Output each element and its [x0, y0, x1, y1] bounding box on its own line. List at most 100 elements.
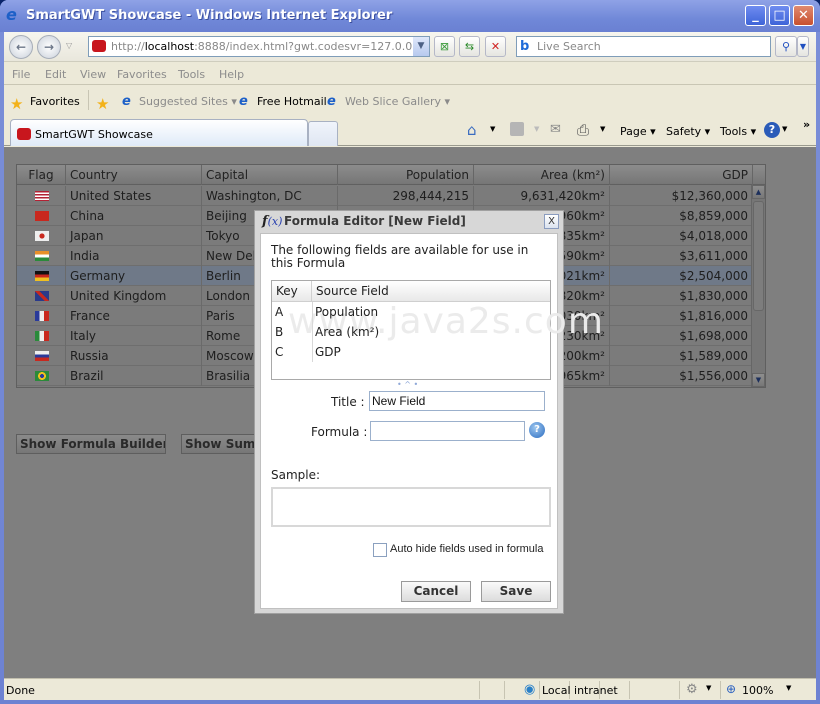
- show-formula-builder-button[interactable]: Show Formula Builder: [16, 434, 166, 454]
- new-tab-button[interactable]: [308, 121, 338, 146]
- address-dropdown-icon[interactable]: ▼: [413, 37, 429, 56]
- cell-country: France: [66, 306, 202, 326]
- ie-page-icon: e: [327, 94, 336, 109]
- scroll-down-icon[interactable]: ▼: [752, 373, 765, 387]
- cell-gdp: $1,556,000: [610, 366, 753, 386]
- title-input[interactable]: [369, 391, 545, 411]
- close-window-button[interactable]: ✕: [793, 5, 814, 26]
- show-summary-builder-button[interactable]: Show Summary Builder: [181, 434, 257, 454]
- field-source-name: GDP: [315, 345, 341, 359]
- field-list-item[interactable]: C GDP: [272, 342, 550, 362]
- scroll-thumb[interactable]: [753, 201, 764, 311]
- title-bar: e SmartGWT Showcase - Windows Internet E…: [0, 0, 820, 32]
- cell-country: Russia: [66, 346, 202, 366]
- flag-cell: [17, 206, 66, 226]
- print-icon[interactable]: ⎙: [577, 121, 589, 139]
- column-header-area[interactable]: Area (km²): [474, 165, 610, 185]
- menu-help[interactable]: Help: [219, 68, 244, 81]
- search-placeholder: Live Search: [537, 40, 601, 53]
- refresh-icon[interactable]: ⇆: [459, 36, 480, 57]
- column-header-flag[interactable]: Flag: [17, 165, 66, 185]
- column-header-source-field[interactable]: Source Field: [312, 281, 389, 302]
- column-header-capital[interactable]: Capital: [202, 165, 338, 185]
- zoom-dropdown-icon[interactable]: ▼: [786, 684, 791, 692]
- page-favicon-icon: [17, 128, 31, 140]
- protected-mode-dropdown-icon[interactable]: ▼: [706, 684, 711, 692]
- compatibility-view-icon[interactable]: ⊠: [434, 36, 455, 57]
- search-input[interactable]: b Live Search: [516, 36, 771, 57]
- list-resize-handle[interactable]: • ^ •: [397, 380, 418, 389]
- home-icon[interactable]: ⌂: [467, 121, 477, 139]
- flag-cell: [17, 366, 66, 386]
- menu-edit[interactable]: Edit: [45, 68, 66, 81]
- ie-icon: e: [122, 94, 131, 109]
- page-menu[interactable]: Page ▾: [620, 125, 656, 138]
- safety-menu[interactable]: Safety ▾: [666, 125, 710, 138]
- menu-view[interactable]: View: [80, 68, 106, 81]
- cell-country: United Kingdom: [66, 286, 202, 306]
- favorites-button[interactable]: Favorites: [30, 95, 80, 108]
- web-slice-gallery-link[interactable]: Web Slice Gallery ▾: [345, 95, 450, 108]
- read-mail-icon[interactable]: ✉: [550, 122, 561, 137]
- auto-hide-checkbox[interactable]: [373, 543, 387, 557]
- scroll-up-icon[interactable]: ▲: [752, 185, 765, 199]
- cell-gdp: $1,589,000: [610, 346, 753, 366]
- flag-ru-icon: [35, 351, 49, 361]
- cell-gdp: $1,698,000: [610, 326, 753, 346]
- cell-gdp: $3,611,000: [610, 246, 753, 266]
- forward-button[interactable]: →: [37, 35, 61, 59]
- bing-logo-icon: b: [520, 39, 530, 54]
- recent-pages-dropdown-icon[interactable]: ▽: [66, 41, 72, 50]
- back-button[interactable]: ←: [9, 35, 33, 59]
- field-list-item[interactable]: B Area (km²): [272, 322, 550, 342]
- formula-label: Formula :: [311, 425, 368, 439]
- cancel-button[interactable]: Cancel: [401, 581, 471, 602]
- formula-input[interactable]: [370, 421, 525, 441]
- flag-cn-icon: [35, 211, 49, 221]
- menu-file[interactable]: File: [12, 68, 30, 81]
- dialog-close-button[interactable]: X: [544, 214, 559, 229]
- formula-editor-dialog: f(x) Formula Editor [New Field] X The fo…: [254, 210, 603, 614]
- zoom-level[interactable]: 100%: [742, 684, 773, 697]
- maximize-button[interactable]: □: [769, 5, 790, 26]
- column-header-gdp[interactable]: GDP: [610, 165, 753, 185]
- formula-help-icon[interactable]: ?: [529, 422, 545, 438]
- column-header-population[interactable]: Population: [338, 165, 474, 185]
- print-dropdown-icon[interactable]: ▼: [600, 125, 605, 133]
- cell-area: 9,631,420km²: [474, 186, 610, 206]
- search-button[interactable]: ⚲: [775, 36, 797, 57]
- cell-country: Germany: [66, 266, 202, 286]
- column-header-country[interactable]: Country: [66, 165, 202, 185]
- auto-hide-label[interactable]: Auto hide fields used in formula: [390, 543, 543, 555]
- sample-output: [271, 487, 551, 527]
- search-options-dropdown-icon[interactable]: ▼: [797, 36, 809, 57]
- feeds-icon[interactable]: [510, 122, 524, 136]
- minimize-button[interactable]: _: [745, 5, 766, 26]
- more-commands-icon[interactable]: »: [803, 118, 810, 131]
- flag-cell: [17, 266, 66, 286]
- help-dropdown-icon[interactable]: ▼: [782, 125, 787, 133]
- menu-favorites[interactable]: Favorites: [117, 68, 167, 81]
- grid-scrollbar[interactable]: ▲ ▼: [751, 185, 765, 387]
- save-button[interactable]: Save: [481, 581, 551, 602]
- stop-icon[interactable]: ✕: [485, 36, 506, 57]
- field-list-item[interactable]: A Population: [272, 302, 550, 322]
- home-dropdown-icon[interactable]: ▼: [490, 125, 495, 133]
- protected-mode-icon[interactable]: ⚙: [686, 682, 698, 697]
- tab-smartgwt-showcase[interactable]: SmartGWT Showcase: [10, 119, 308, 146]
- field-source-name: Population: [315, 305, 379, 319]
- add-to-favorites-icon[interactable]: ★: [96, 95, 109, 113]
- menu-tools[interactable]: Tools: [178, 68, 205, 81]
- column-header-key[interactable]: Key: [272, 281, 312, 302]
- tools-menu[interactable]: Tools ▾: [720, 125, 756, 138]
- flag-cell: [17, 306, 66, 326]
- help-icon[interactable]: ?: [764, 122, 780, 138]
- address-input[interactable]: http://localhost:8888/index.html?gwt.cod…: [88, 36, 430, 57]
- ie-logo-icon: e: [6, 5, 17, 24]
- table-row[interactable]: United States Washington, DC 298,444,215 9,…: [17, 186, 753, 206]
- dialog-header[interactable]: f(x) Formula Editor [New Field] X: [255, 211, 563, 233]
- free-hotmail-link[interactable]: Free Hotmail: [257, 95, 327, 108]
- suggested-sites-link[interactable]: Suggested Sites ▾: [139, 95, 237, 108]
- url-prefix: http://: [111, 40, 145, 53]
- tab-row: SmartGWT Showcase ⌂ ▼ ▼ ✉ ⎙ ▼ Page ▾ Saf…: [4, 116, 816, 146]
